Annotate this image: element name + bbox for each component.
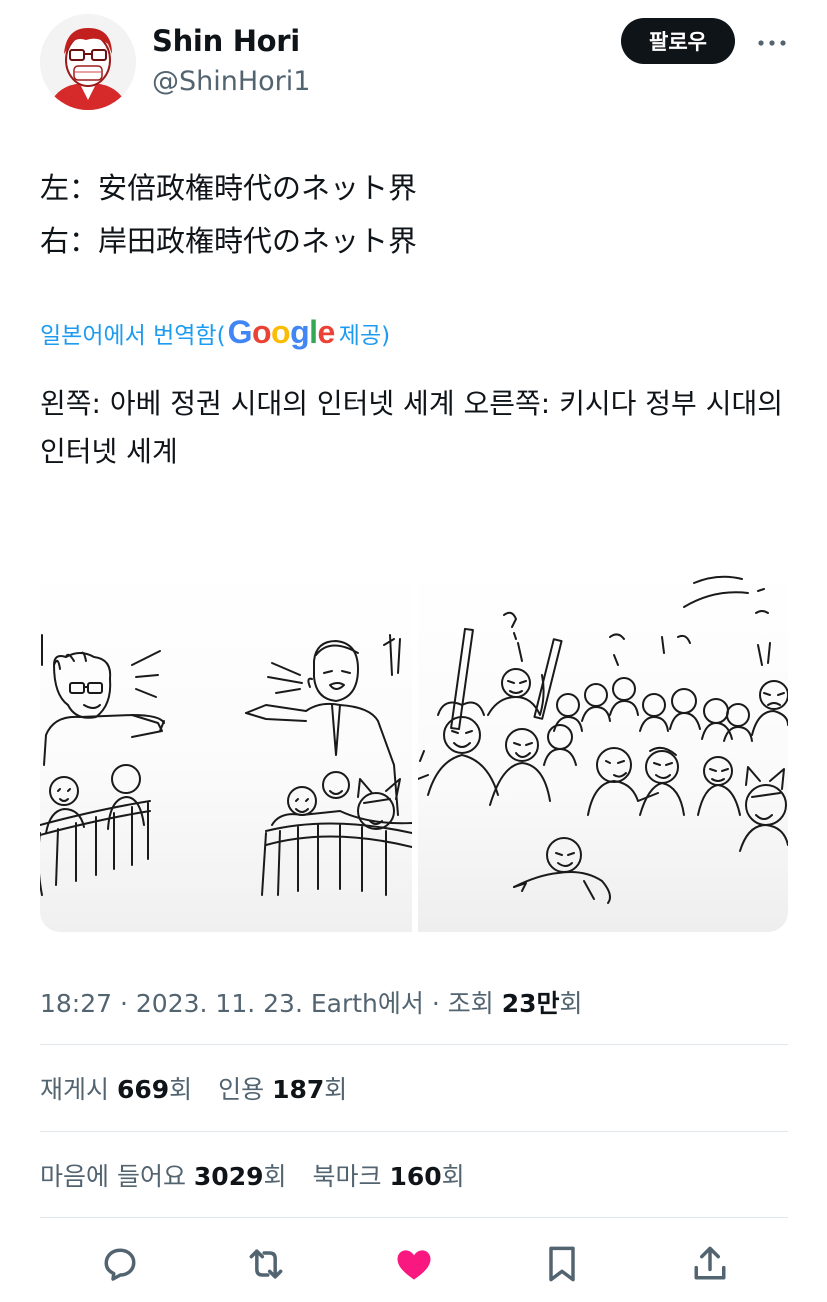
likes-suffix: 회 [263, 1162, 287, 1191]
meta-separator: · [120, 989, 136, 1018]
bookmarks-suffix: 회 [441, 1162, 465, 1191]
quotes-stat[interactable]: 인용 187회 [218, 1075, 347, 1104]
more-icon[interactable] [755, 20, 789, 60]
heart-icon-svg [397, 1250, 431, 1280]
translation-label[interactable]: 일본어에서 번역함( Google 제공) [40, 314, 390, 351]
reposts-label: 재게시 [40, 1075, 110, 1104]
views-suffix: 회 [559, 989, 583, 1018]
reposts-suffix: 회 [169, 1075, 193, 1104]
avatar[interactable] [40, 14, 136, 110]
sketch-left [40, 634, 413, 896]
views-label: 조회 [447, 989, 494, 1018]
divider [40, 1217, 788, 1218]
repost-icon-svg [249, 1249, 283, 1279]
translation-suffix: 제공) [338, 322, 391, 349]
bookmark-icon[interactable] [540, 1242, 584, 1286]
quotes-count: 187 [272, 1075, 325, 1104]
display-name[interactable]: Shin Hori [152, 24, 300, 58]
tweet-line: 右：岸田政権時代のネット界 [40, 224, 418, 258]
share-icon[interactable] [688, 1242, 732, 1286]
divider [40, 1131, 788, 1132]
tweet-source: Earth에서 [310, 989, 424, 1018]
likes-count: 3029 [193, 1162, 264, 1191]
sketch-right [417, 575, 788, 904]
reply-icon-svg [104, 1248, 136, 1281]
reposts-count: 669 [116, 1075, 170, 1104]
bookmark-icon-svg [549, 1246, 575, 1282]
tweet-header: Shin Hori @ShinHori1 팔로우 [40, 14, 800, 114]
follow-button[interactable]: 팔로우 [621, 18, 735, 64]
bookmarks-label: 북마크 [312, 1162, 382, 1191]
heart-icon[interactable] [392, 1242, 436, 1286]
tweet-media[interactable] [40, 565, 788, 932]
tweet-time[interactable]: 18:27 [40, 989, 112, 1018]
quotes-label: 인용 [218, 1075, 265, 1104]
quotes-suffix: 회 [324, 1075, 348, 1104]
tweet-line: 左：安倍政権時代のネット界 [40, 171, 418, 205]
translated-text: 왼쪽: 아베 정권 시대의 인터넷 세계 오른쪽: 키시다 정부 시대의 인터넷… [40, 387, 783, 468]
views-count: 23만 [501, 989, 560, 1018]
media-image-right[interactable] [417, 565, 788, 932]
action-bar [40, 1236, 788, 1292]
likes-label: 마음에 들어요 [40, 1162, 186, 1191]
tweet-date[interactable]: 2023. 11. 23. [136, 989, 303, 1018]
google-logo: Google [227, 314, 336, 350]
translation-prefix: 일본어에서 번역함( [40, 322, 226, 349]
tweet-text: 左：安倍政権時代のネット界 右：岸田政権時代のネット界 [40, 162, 417, 268]
media-image-left[interactable] [40, 565, 413, 932]
user-handle[interactable]: @ShinHori1 [152, 66, 310, 97]
bookmarks-count: 160 [389, 1162, 442, 1191]
tweet-meta: 18:27 · 2023. 11. 23. Earth에서 · 조회 23만회 [40, 984, 583, 1020]
reposts-stat[interactable]: 재게시 669회 [40, 1075, 192, 1104]
more-dots [758, 40, 786, 46]
avatar-illustration [40, 14, 136, 110]
meta-separator: · [431, 989, 448, 1018]
repost-icon[interactable] [244, 1242, 288, 1286]
share-icon-svg [694, 1246, 726, 1280]
reply-icon[interactable] [98, 1242, 142, 1286]
stats-row-reposts: 재게시 669회 인용 187회 [40, 1070, 347, 1106]
divider [40, 1044, 788, 1045]
bookmarks-stat[interactable]: 북마크 160회 [312, 1162, 464, 1191]
likes-stat[interactable]: 마음에 들어요 3029회 [40, 1162, 287, 1191]
stats-row-likes: 마음에 들어요 3029회 북마크 160회 [40, 1157, 465, 1193]
